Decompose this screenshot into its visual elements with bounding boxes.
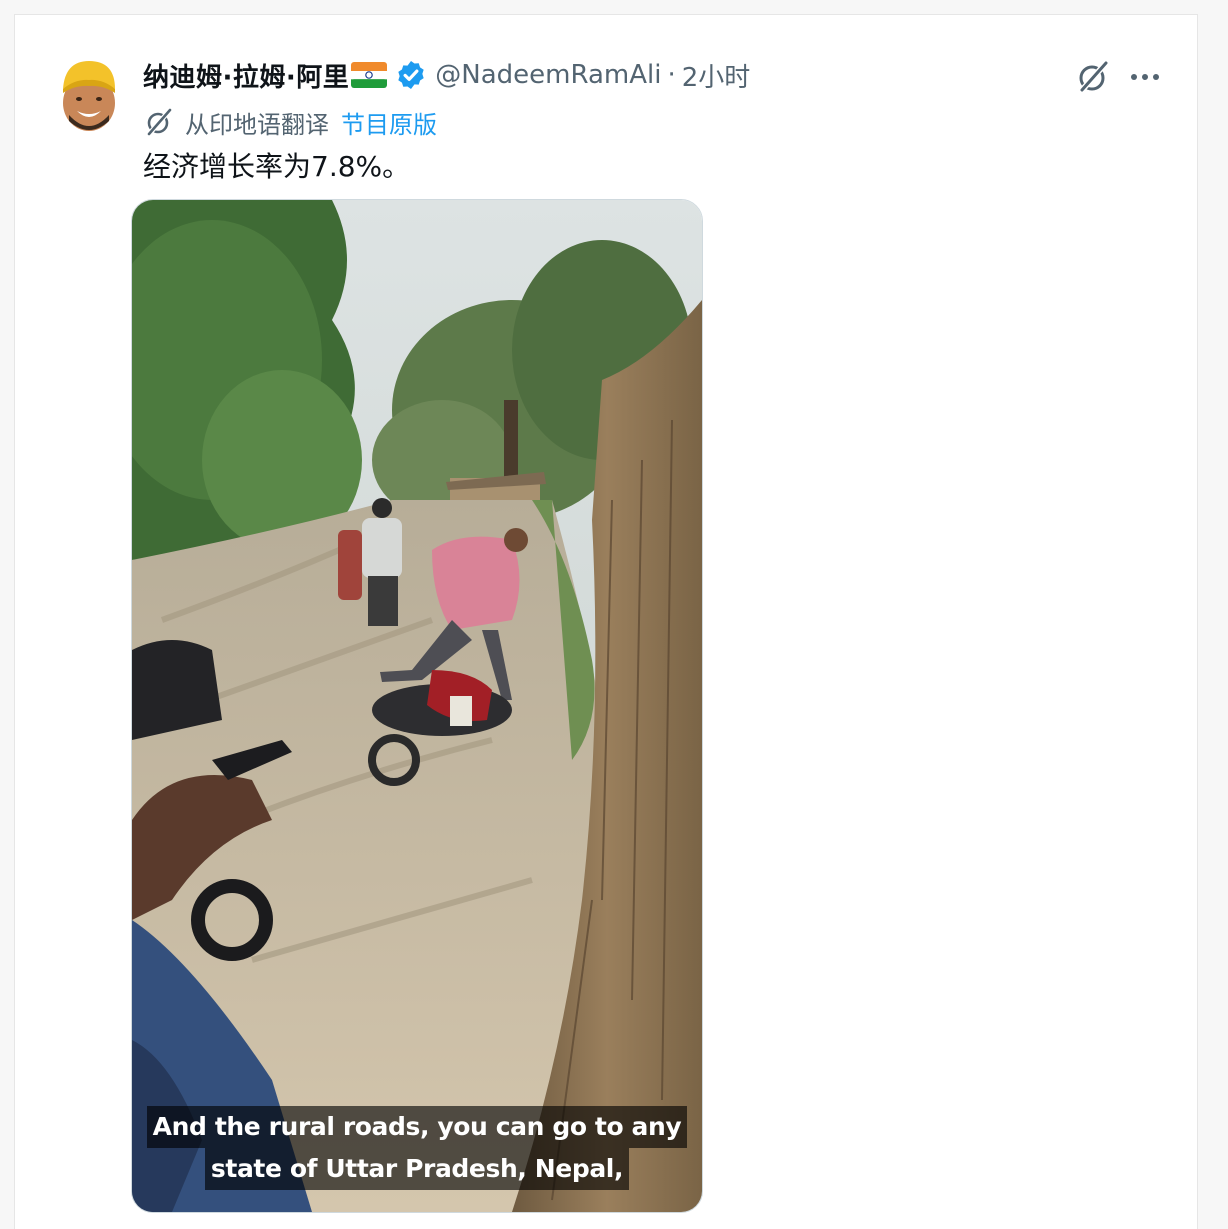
india-flag-icon [351,62,388,88]
subtitle-line-2: state of Uttar Pradesh, Nepal, [204,1148,630,1190]
timestamp[interactable]: 2小时 [682,57,751,94]
tweet-header: 纳迪姆·拉姆·阿里 @NadeemRamAli · 2小时 [143,55,750,95]
avatar[interactable] [59,55,119,135]
translation-notice: 从印地语翻译 节目原版 [143,105,437,139]
author-handle[interactable]: @NadeemRamAli [435,60,661,90]
tweet-text: 经济增长率为7.8%。 [143,150,411,183]
grok-icon[interactable] [1075,59,1111,95]
video-player[interactable]: And the rural roads, you can go to any s… [131,199,703,1213]
more-options-button[interactable] [1127,59,1163,95]
show-original-link[interactable]: 节目原版 [341,105,437,140]
tweet-card[interactable]: 纳迪姆·拉姆·阿里 @NadeemRamAli · 2小时 从印地语翻译 节目原… [14,14,1198,1229]
grok-translate-icon [147,108,172,136]
video-frame [132,200,702,1212]
verified-badge-icon[interactable] [395,59,427,91]
subtitle-line-1: And the rural roads, you can go to any [146,1106,688,1148]
more-icon [1131,74,1159,80]
author-name[interactable]: 纳迪姆·拉姆·阿里 [143,57,349,94]
translated-from-label: 从印地语翻译 [185,110,329,139]
separator-dot: · [667,60,676,90]
video-subtitles: And the rural roads, you can go to any s… [132,1106,702,1190]
